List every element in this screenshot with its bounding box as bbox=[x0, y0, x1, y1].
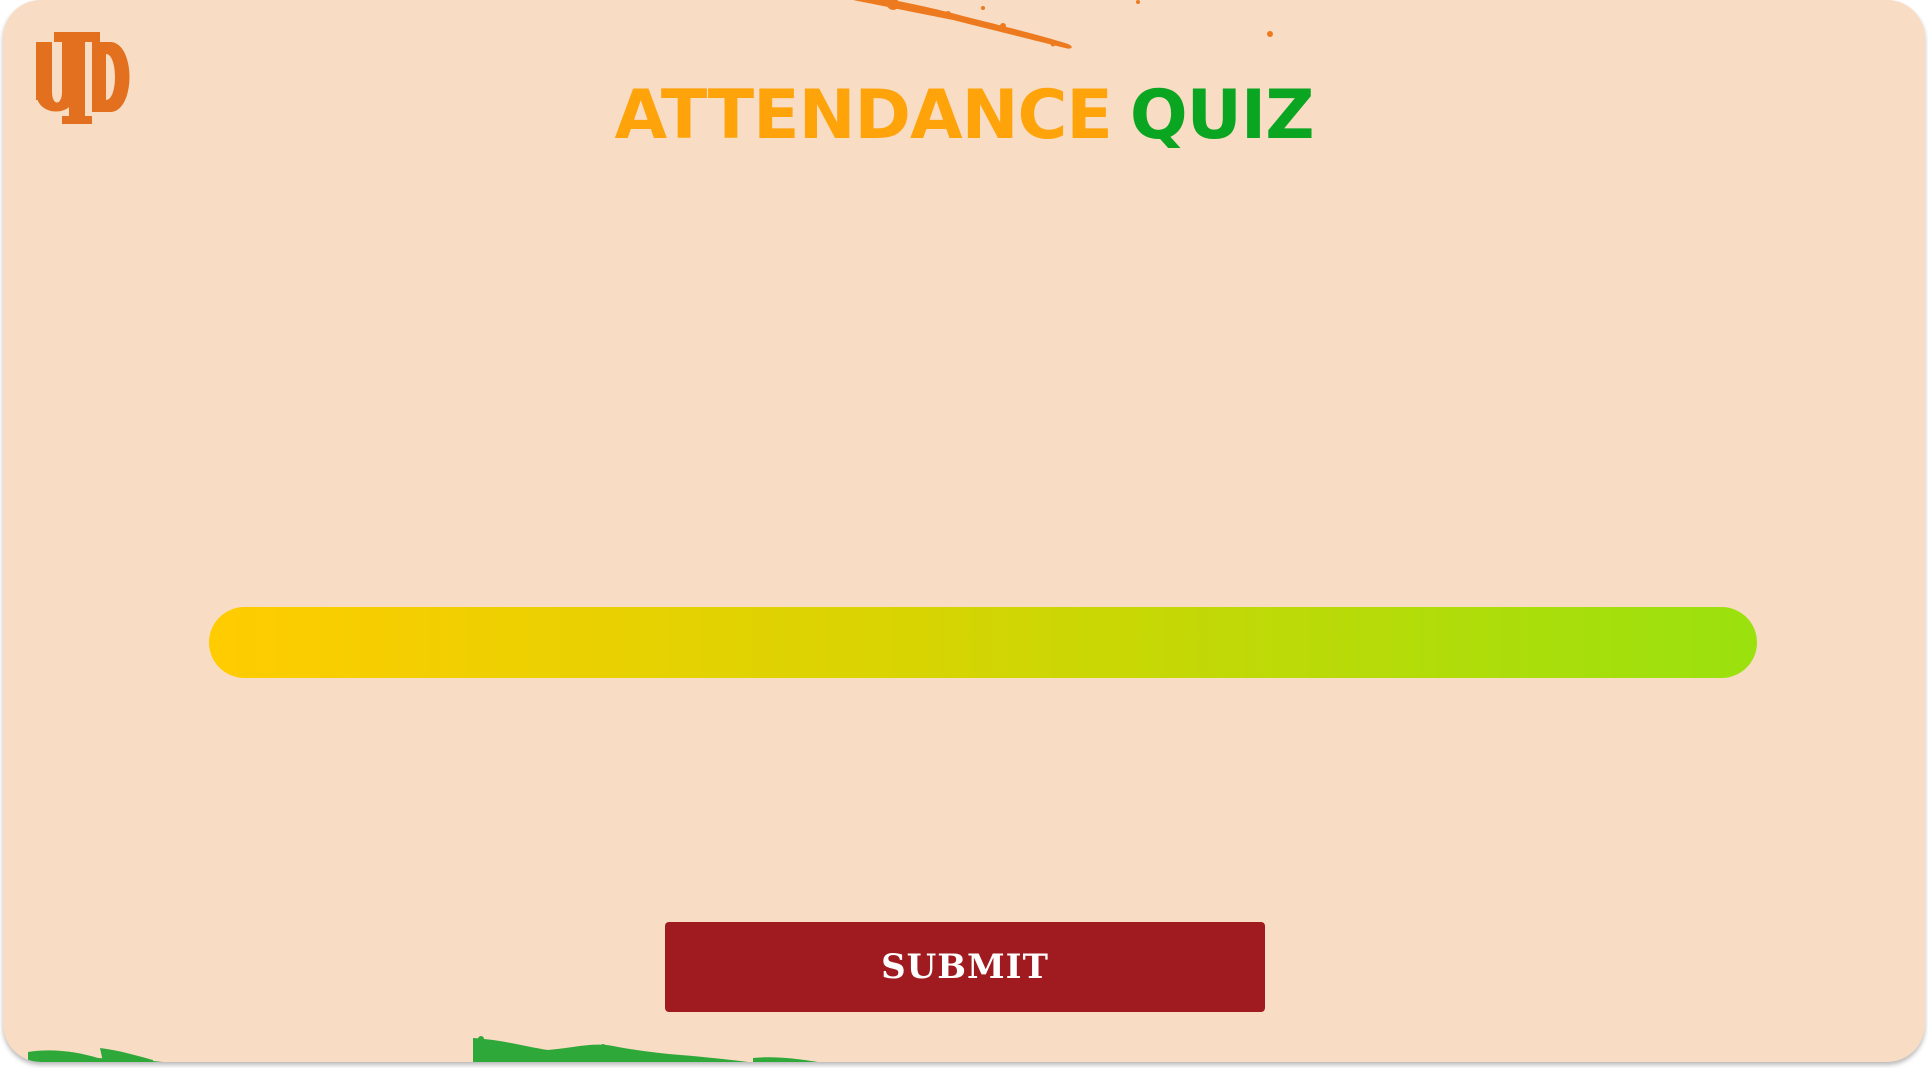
page-title: ATTENDANCE QUIZ bbox=[3, 76, 1925, 156]
title-word-attendance: ATTENDANCE bbox=[614, 76, 1112, 155]
progress-bar-fill bbox=[209, 607, 1757, 678]
progress-bar bbox=[209, 607, 1757, 678]
green-splatter-decoration bbox=[28, 1036, 818, 1062]
orange-splatter-decoration bbox=[853, 0, 1273, 49]
submit-button[interactable]: SUBMIT bbox=[665, 922, 1265, 1012]
title-word-quiz: QUIZ bbox=[1129, 76, 1315, 155]
quiz-card: ATTENDANCE QUIZ SUBMIT bbox=[3, 0, 1925, 1062]
